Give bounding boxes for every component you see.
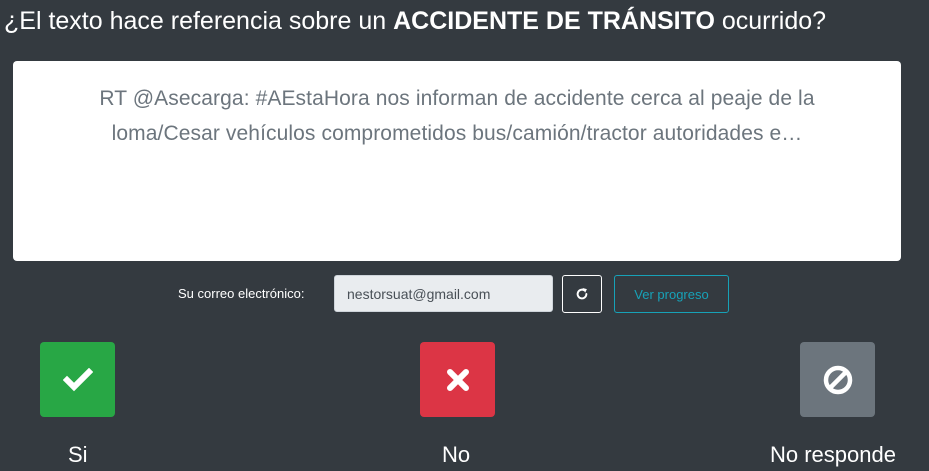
answer-no: No (420, 342, 495, 467)
question-heading: ¿El texto hace referencia sobre un ACCID… (4, 4, 826, 38)
question-suffix: ocurrido? (714, 7, 827, 35)
check-icon (62, 367, 93, 391)
answer-no-response: No responde (770, 342, 896, 467)
answer-yes: Si (40, 342, 115, 467)
view-progress-button[interactable]: Ver progreso (614, 275, 729, 313)
annotation-page: ¿El texto hace referencia sobre un ACCID… (0, 0, 929, 471)
yes-label: Si (68, 442, 88, 467)
no-label: No (442, 442, 471, 467)
tweet-text: RT @Asecarga: #AEstaHora nos informan de… (99, 87, 815, 145)
ban-icon (823, 365, 852, 394)
no-response-button[interactable] (800, 342, 875, 417)
question-emphasis: ACCIDENTE DE TRÁNSITO (393, 7, 715, 35)
yes-button[interactable] (40, 342, 115, 417)
email-row: Su correo electrónico: Ver progreso (0, 275, 929, 313)
refresh-button[interactable] (562, 275, 602, 313)
refresh-icon (576, 288, 588, 300)
tweet-card: RT @Asecarga: #AEstaHora nos informan de… (13, 61, 901, 261)
no-response-label: No responde (770, 442, 896, 467)
email-label: Su correo electrónico: (178, 286, 305, 301)
question-prefix: ¿El texto hace referencia sobre un (4, 7, 394, 35)
email-field[interactable] (334, 275, 553, 312)
times-icon (446, 368, 469, 391)
no-button[interactable] (420, 342, 495, 417)
